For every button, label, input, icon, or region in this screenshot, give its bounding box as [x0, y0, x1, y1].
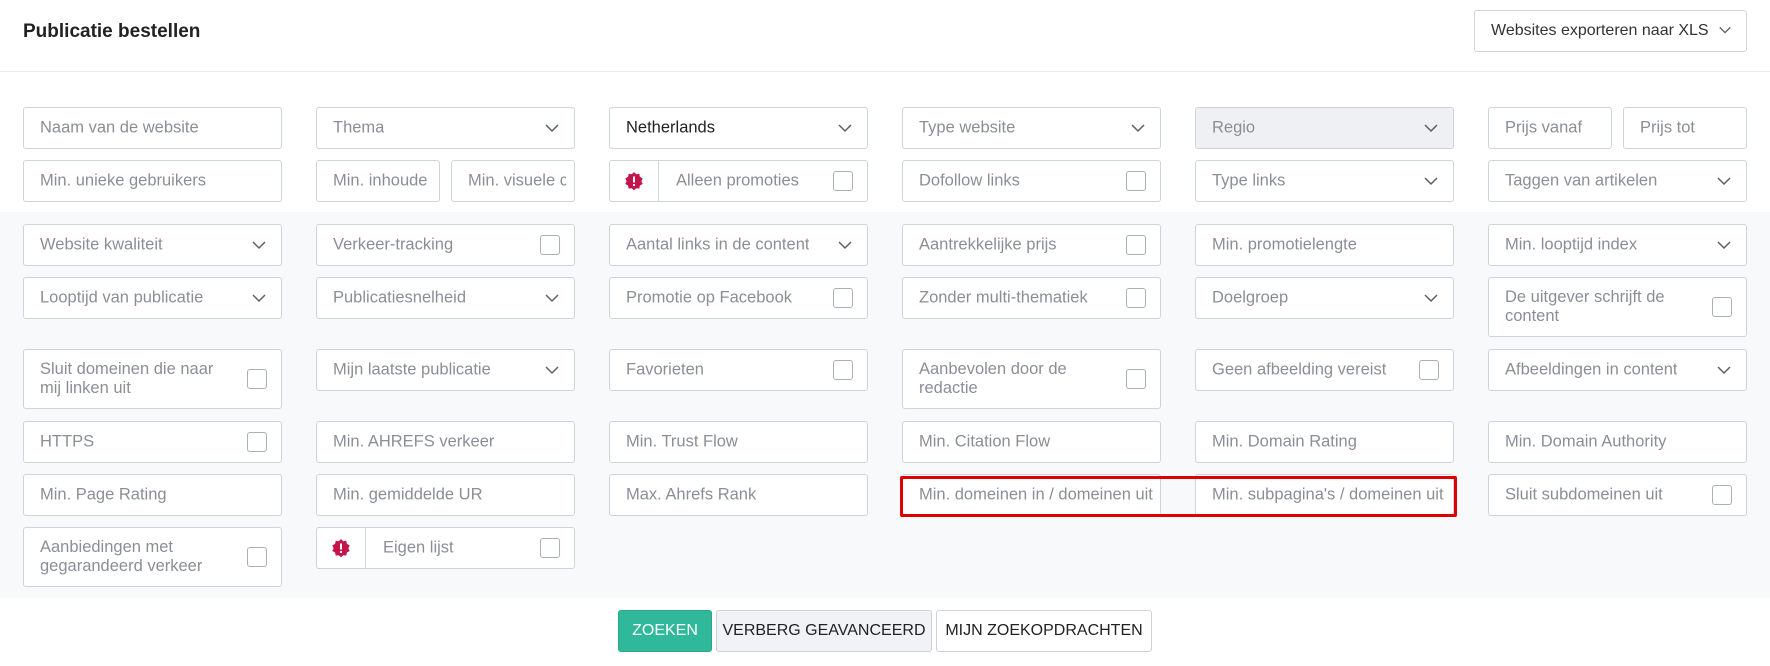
chevron-down-icon	[544, 290, 560, 306]
chevron-down-icon	[837, 120, 853, 136]
chevron-down-icon	[1716, 237, 1732, 253]
min-unique-users-input[interactable]: Min. unieke gebruikers	[23, 160, 282, 202]
publication-speed-select[interactable]: Publicatiesnelheid	[316, 277, 575, 319]
own-list-checkbox[interactable]	[540, 538, 560, 558]
own-list-filter[interactable]: Eigen lijst	[316, 527, 575, 569]
links-in-content-select[interactable]: Aantal links in de content	[609, 224, 868, 266]
chevron-down-icon	[1716, 173, 1732, 189]
chevron-down-icon	[1423, 290, 1439, 306]
exclude-linking-domains-filter[interactable]: Sluit domeinen die naar mij linken uit	[23, 349, 282, 409]
website-name-input[interactable]: Naam van de website	[23, 107, 282, 149]
promo-badge-icon	[317, 528, 366, 568]
exclude-subdomains-checkbox[interactable]	[1712, 485, 1732, 505]
chevron-down-icon	[837, 237, 853, 253]
only-promotions-filter[interactable]: Alleen promoties	[609, 160, 868, 202]
images-in-content-select[interactable]: Afbeeldingen in content	[1488, 349, 1747, 391]
page-title: Publicatie bestellen	[23, 21, 201, 42]
target-group-select[interactable]: Doelgroep	[1195, 277, 1454, 319]
price-from-input[interactable]: Prijs vanaf	[1488, 107, 1612, 149]
no-image-required-checkbox[interactable]	[1419, 360, 1439, 380]
traffic-tracking-checkbox[interactable]	[540, 235, 560, 255]
min-citation-flow-input[interactable]: Min. Citation Flow	[902, 421, 1161, 463]
no-image-required-filter[interactable]: Geen afbeelding vereist	[1195, 349, 1454, 391]
website-quality-select[interactable]: Website kwaliteit	[23, 224, 282, 266]
min-promo-length-input[interactable]: Min. promotielengte	[1195, 224, 1454, 266]
https-filter[interactable]: HTTPS	[23, 421, 282, 463]
guaranteed-traffic-filter[interactable]: Aanbiedingen met gegarandeerd verkeer	[23, 527, 282, 587]
min-ahrefs-traffic-input[interactable]: Min. AHREFS verkeer	[316, 421, 575, 463]
promo-badge-icon	[610, 161, 659, 201]
chevron-down-icon	[1423, 173, 1439, 189]
chevron-down-icon	[544, 362, 560, 378]
max-ahrefs-rank-input[interactable]: Max. Ahrefs Rank	[609, 474, 868, 516]
attractive-price-checkbox[interactable]	[1126, 235, 1146, 255]
min-avg-ur-input[interactable]: Min. gemiddelde UR	[316, 474, 575, 516]
min-domains-in-out-input[interactable]: Min. domeinen in / domeinen uit	[902, 474, 1161, 516]
recommended-checkbox[interactable]	[1126, 369, 1146, 389]
chevron-down-icon	[1718, 23, 1732, 37]
page-header: Publicatie bestellen Websites exporteren…	[0, 0, 1770, 72]
only-promotions-checkbox[interactable]	[833, 171, 853, 191]
min-subpages-out-input[interactable]: Min. subpagina's / domeinen uit	[1195, 474, 1454, 516]
dofollow-links-filter[interactable]: Dofollow links	[902, 160, 1161, 202]
publisher-writes-checkbox[interactable]	[1712, 297, 1732, 317]
min-content-input[interactable]: Min. inhoude	[316, 160, 440, 202]
chevron-down-icon	[251, 237, 267, 253]
price-to-input[interactable]: Prijs tot	[1623, 107, 1747, 149]
chevron-down-icon	[544, 120, 560, 136]
publication-duration-select[interactable]: Looptijd van publicatie	[23, 277, 282, 319]
no-multi-theme-filter[interactable]: Zonder multi-thematiek	[902, 277, 1161, 319]
guaranteed-traffic-checkbox[interactable]	[247, 547, 267, 567]
article-tagging-select[interactable]: Taggen van artikelen	[1488, 160, 1747, 202]
min-visual-input[interactable]: Min. visuele c	[451, 160, 575, 202]
link-type-select[interactable]: Type links	[1195, 160, 1454, 202]
min-page-rating-input[interactable]: Min. Page Rating	[23, 474, 282, 516]
traffic-tracking-filter[interactable]: Verkeer-tracking	[316, 224, 575, 266]
search-button[interactable]: ZOEKEN	[618, 610, 712, 652]
facebook-promo-checkbox[interactable]	[833, 288, 853, 308]
https-checkbox[interactable]	[247, 432, 267, 452]
min-index-duration-select[interactable]: Min. looptijd index	[1488, 224, 1747, 266]
publisher-writes-filter[interactable]: De uitgever schrijft de content	[1488, 277, 1747, 337]
dofollow-links-checkbox[interactable]	[1126, 171, 1146, 191]
min-domain-rating-input[interactable]: Min. Domain Rating	[1195, 421, 1454, 463]
recommended-filter[interactable]: Aanbevolen door de redactie	[902, 349, 1161, 409]
export-xls-dropdown[interactable]: Websites exporteren naar XLS	[1474, 10, 1747, 52]
theme-select[interactable]: Thema	[316, 107, 575, 149]
attractive-price-filter[interactable]: Aantrekkelijke prijs	[902, 224, 1161, 266]
min-trust-flow-input[interactable]: Min. Trust Flow	[609, 421, 868, 463]
my-last-publication-select[interactable]: Mijn laatste publicatie	[316, 349, 575, 391]
favorites-filter[interactable]: Favorieten	[609, 349, 868, 391]
chevron-down-icon	[251, 290, 267, 306]
export-xls-label: Websites exporteren naar XLS	[1491, 22, 1709, 39]
min-domain-authority-input[interactable]: Min. Domain Authority	[1488, 421, 1747, 463]
favorites-checkbox[interactable]	[833, 360, 853, 380]
hide-advanced-button[interactable]: VERBERG GEAVANCEERD	[716, 610, 932, 652]
no-multi-theme-checkbox[interactable]	[1126, 288, 1146, 308]
country-select[interactable]: Netherlands	[609, 107, 868, 149]
my-searches-button[interactable]: MIJN ZOEKOPDRACHTEN	[936, 610, 1152, 652]
facebook-promo-filter[interactable]: Promotie op Facebook	[609, 277, 868, 319]
chevron-down-icon	[1716, 362, 1732, 378]
exclude-subdomains-filter[interactable]: Sluit subdomeinen uit	[1488, 474, 1747, 516]
chevron-down-icon	[1130, 120, 1146, 136]
region-select[interactable]: Regio	[1195, 107, 1454, 149]
chevron-down-icon	[1423, 120, 1439, 136]
exclude-linking-domains-checkbox[interactable]	[247, 369, 267, 389]
website-type-select[interactable]: Type website	[902, 107, 1161, 149]
